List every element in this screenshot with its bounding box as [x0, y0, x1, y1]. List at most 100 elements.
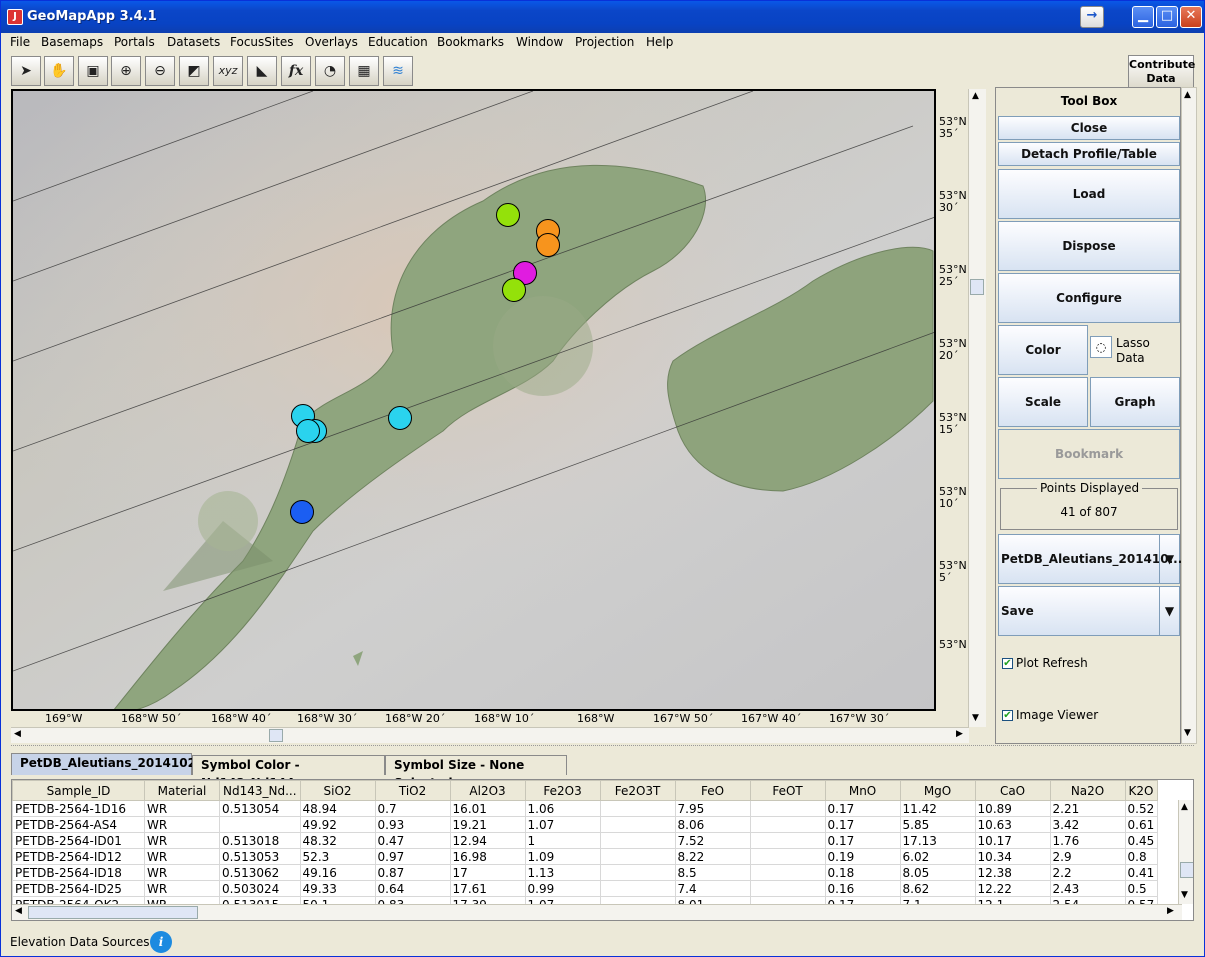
column-header[interactable]: Sample_ID: [12, 780, 145, 801]
dispose-button[interactable]: Dispose: [998, 221, 1180, 271]
close-button[interactable]: Close: [998, 116, 1180, 140]
table-cell[interactable]: 0.17: [824, 816, 901, 833]
pan-hand-icon[interactable]: ✋: [44, 56, 74, 86]
table-cell[interactable]: 49.33: [299, 880, 376, 897]
table-cell[interactable]: 48.94: [299, 800, 376, 817]
scroll-down-icon[interactable]: ▼: [1184, 728, 1191, 738]
table-cell[interactable]: 0.17: [824, 800, 901, 817]
column-header[interactable]: CaO: [974, 780, 1051, 801]
table-cell[interactable]: 1.76: [1049, 832, 1126, 849]
table-cell[interactable]: 49.92: [299, 816, 376, 833]
map-vertical-scrollbar[interactable]: ▲ ▼: [968, 89, 986, 727]
table-cell[interactable]: 17.61: [449, 880, 526, 897]
table-cell[interactable]: [599, 816, 676, 833]
layers-icon[interactable]: ≋: [383, 56, 413, 86]
table-cell[interactable]: 1.06: [524, 800, 601, 817]
sample-point-blue[interactable]: [290, 500, 314, 524]
grid-icon[interactable]: ▦: [349, 56, 379, 86]
load-button[interactable]: Load: [998, 169, 1180, 219]
scroll-up-icon[interactable]: ▲: [1181, 802, 1188, 812]
table-cell[interactable]: 0.16: [824, 880, 901, 897]
table-cell[interactable]: 19.21: [449, 816, 526, 833]
table-cell[interactable]: 6.02: [899, 848, 976, 865]
minimize-button[interactable]: ▁: [1132, 6, 1154, 28]
configure-button[interactable]: Configure: [998, 273, 1180, 323]
close-button[interactable]: ✕: [1180, 6, 1202, 28]
table-cell[interactable]: 7.95: [674, 800, 751, 817]
table-cell[interactable]: 0.513018: [219, 832, 301, 849]
table-row[interactable]: PETDB-2564-AS4 WR 49.92 0.93 19.21 1.07 8.06 0.…: [12, 816, 1158, 833]
menu-projection[interactable]: Projection: [575, 35, 634, 49]
sample-point-cyan[interactable]: [296, 419, 320, 443]
chevron-down-icon[interactable]: ▼: [1159, 587, 1179, 635]
scale-button[interactable]: Scale: [998, 377, 1088, 427]
scroll-right-icon[interactable]: ▶: [956, 729, 963, 739]
bookmark-button[interactable]: Bookmark: [998, 429, 1180, 479]
scroll-thumb[interactable]: [269, 729, 283, 742]
contribute-data-button[interactable]: Contribute Data: [1128, 55, 1195, 89]
table-cell[interactable]: 0.8: [1124, 848, 1158, 865]
table-cell[interactable]: 17.13: [899, 832, 976, 849]
table-cell[interactable]: 0.97: [374, 848, 451, 865]
table-cell[interactable]: [749, 848, 826, 865]
chevron-down-icon[interactable]: ▼: [1159, 535, 1179, 583]
column-header[interactable]: MgO: [899, 780, 976, 801]
dataset-select[interactable]: PetDB_Aleutians_201410... ▼: [998, 534, 1182, 584]
table-cell[interactable]: 0.87: [374, 864, 451, 881]
table-cell[interactable]: 2.9: [1049, 848, 1126, 865]
table-cell[interactable]: 0.7: [374, 800, 451, 817]
table-cell[interactable]: 17: [449, 864, 526, 881]
image-viewer-checkbox[interactable]: ✔ Image Viewer: [1002, 708, 1098, 722]
maximize-button[interactable]: □: [1156, 6, 1178, 28]
table-cell[interactable]: 0.513054: [219, 800, 301, 817]
table-cell[interactable]: 8.5: [674, 864, 751, 881]
table-cell[interactable]: [219, 816, 301, 833]
table-cell[interactable]: 0.61: [1124, 816, 1158, 833]
table-cell[interactable]: WR: [144, 816, 220, 833]
column-header[interactable]: TiO2: [374, 780, 451, 801]
detach-profile-table-button[interactable]: Detach Profile/Table: [998, 142, 1180, 166]
xyz-grid-icon[interactable]: xyz: [213, 56, 243, 86]
table-row[interactable]: PETDB-2564-ID25 WR 0.503024 49.33 0.64 17.61 0…: [12, 880, 1158, 897]
color-button[interactable]: Color: [998, 325, 1088, 375]
table-cell[interactable]: 0.513062: [219, 864, 301, 881]
table-cell[interactable]: 0.17: [824, 832, 901, 849]
tab-symbol-color[interactable]: Symbol Color - Nd143_Nd144: [192, 755, 385, 790]
column-header[interactable]: FeO: [674, 780, 751, 801]
table-cell[interactable]: PETDB-2564-ID12: [12, 848, 145, 865]
table-cell[interactable]: [599, 864, 676, 881]
map-canvas[interactable]: [11, 89, 936, 711]
menu-help[interactable]: Help: [646, 35, 673, 49]
column-header[interactable]: Material: [144, 780, 220, 801]
table-cell[interactable]: 10.89: [974, 800, 1051, 817]
scroll-left-icon[interactable]: ◀: [15, 906, 22, 916]
column-header[interactable]: FeOT: [749, 780, 826, 801]
function-fx-icon[interactable]: fx: [281, 56, 311, 86]
split-divider[interactable]: [11, 745, 1194, 748]
table-cell[interactable]: 12.94: [449, 832, 526, 849]
column-header[interactable]: Fe2O3: [524, 780, 601, 801]
column-header[interactable]: Nd143_Nd...: [219, 780, 301, 801]
table-cell[interactable]: [749, 864, 826, 881]
toolbox-scrollbar[interactable]: ▲ ▼: [1181, 87, 1197, 744]
table-cell[interactable]: 7.4: [674, 880, 751, 897]
table-cell[interactable]: [599, 880, 676, 897]
table-cell[interactable]: PETDB-2564-ID18: [12, 864, 145, 881]
table-cell[interactable]: [749, 816, 826, 833]
table-cell[interactable]: 2.43: [1049, 880, 1126, 897]
table-cell[interactable]: 1.07: [524, 816, 601, 833]
table-cell[interactable]: 10.34: [974, 848, 1051, 865]
scroll-thumb[interactable]: [1180, 862, 1193, 878]
table-cell[interactable]: 49.16: [299, 864, 376, 881]
scroll-down-icon[interactable]: ▼: [972, 713, 979, 723]
graph-button[interactable]: Graph: [1090, 377, 1180, 427]
scroll-up-icon[interactable]: ▲: [972, 91, 979, 101]
table-row[interactable]: PETDB-2564-ID01 WR 0.513018 48.32 0.47 12.94 1…: [12, 832, 1158, 849]
info-icon[interactable]: i: [150, 931, 172, 953]
table-cell[interactable]: 48.32: [299, 832, 376, 849]
table-cell[interactable]: 0.64: [374, 880, 451, 897]
sample-point-green[interactable]: [502, 278, 526, 302]
table-cell[interactable]: 12.22: [974, 880, 1051, 897]
table-cell[interactable]: 0.52: [1124, 800, 1158, 817]
tab-petdb-aleutians[interactable]: PetDB_Aleutians_20141027: [11, 753, 204, 775]
